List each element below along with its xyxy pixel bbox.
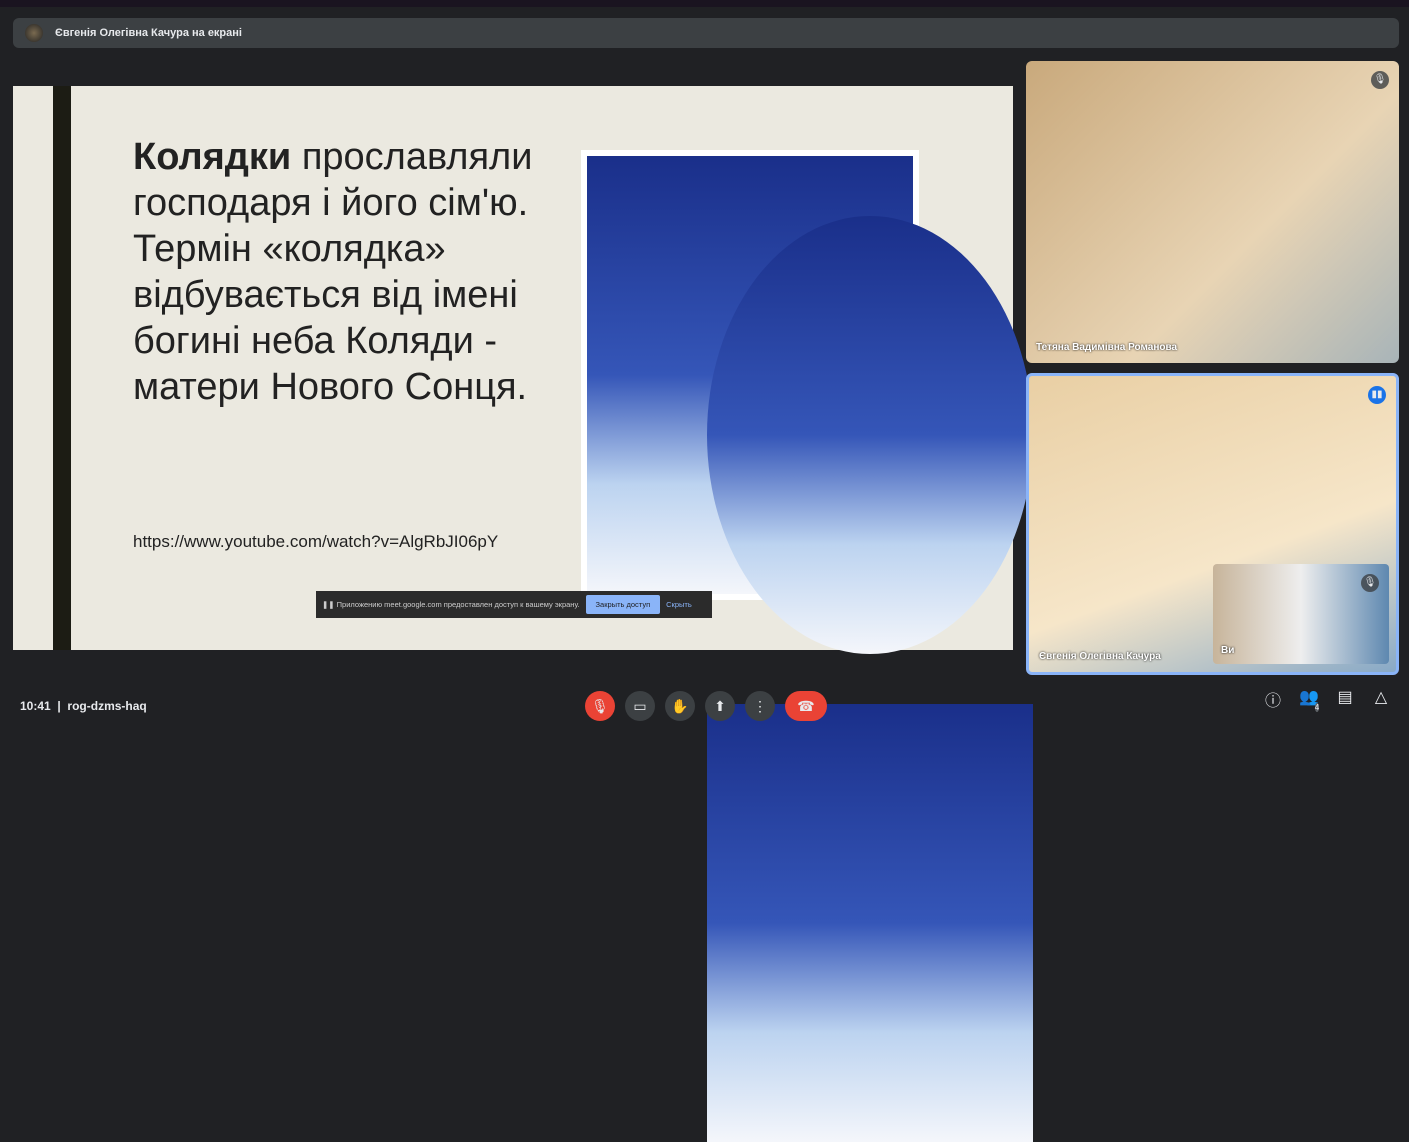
raise-hand-button[interactable]: ✋ — [665, 691, 695, 721]
stop-sharing-button[interactable]: Закрыть доступ — [585, 595, 661, 614]
participant-tile[interactable]: ▮▮ Євгенія Олегівна Качура 🎙 Ви — [1026, 373, 1399, 675]
slide-bar — [53, 86, 71, 650]
slide-title-bold: Колядки — [133, 136, 292, 178]
top-strip — [0, 0, 1409, 7]
separator: | — [57, 699, 61, 713]
self-view-tile[interactable]: 🎙 Ви — [1213, 564, 1389, 664]
clock: 10:41 — [20, 699, 51, 713]
bottom-bar: 10:41 | rog-dzms-haq 🎙 ▭ ✋ ⬆ ⋮ ☎ ⓘ 👥4 ▤ … — [0, 682, 1409, 730]
banner-text: Євгенія Олегівна Качура на екрані — [55, 27, 242, 39]
activities-icon[interactable]: △ — [1370, 687, 1392, 725]
camera-button[interactable]: ▭ — [625, 691, 655, 721]
participant-name: Євгенія Олегівна Качура — [1039, 651, 1161, 662]
slide-text: Колядки прославляли господаря і його сім… — [133, 134, 573, 410]
speaking-icon: ▮▮ — [1368, 386, 1386, 404]
pause-icon: ❚❚ — [322, 600, 337, 609]
slide-url: https://www.youtube.com/watch?v=AlgRbJI0… — [133, 532, 499, 551]
mic-off-icon: 🎙 — [1361, 574, 1379, 592]
leave-call-button[interactable]: ☎ — [785, 691, 827, 721]
more-options-button[interactable]: ⋮ — [745, 691, 775, 721]
presenting-banner: Євгенія Олегівна Качура на екрані — [13, 18, 1399, 48]
avatar — [25, 24, 43, 42]
participant-tile[interactable]: 🎙 Тетяна Вадимівна Романова — [1026, 61, 1399, 363]
people-count-badge: 4 — [1314, 703, 1320, 712]
participant-name: Ви — [1221, 645, 1235, 656]
mic-off-icon: 🎙 — [1371, 71, 1389, 89]
meeting-info: 10:41 | rog-dzms-haq — [20, 699, 147, 713]
shared-screen: Колядки прославляли господаря і його сім… — [13, 86, 1033, 1142]
info-icon[interactable]: ⓘ — [1262, 687, 1284, 725]
slide-illustration — [581, 150, 1033, 1142]
chat-icon[interactable]: ▤ — [1334, 687, 1356, 725]
meeting-code: rog-dzms-haq — [67, 699, 147, 713]
hide-button[interactable]: Скрыть — [666, 600, 692, 609]
mic-toggle-button[interactable]: 🎙 — [585, 691, 615, 721]
people-icon[interactable]: 👥4 — [1298, 687, 1320, 725]
present-button[interactable]: ⬆ — [705, 691, 735, 721]
screen-share-infobar: ❚❚ Приложению meet.google.com предоставл… — [316, 591, 712, 618]
participant-name: Тетяна Вадимівна Романова — [1036, 342, 1178, 353]
infobar-text: Приложению meet.google.com предоставлен … — [336, 600, 580, 609]
